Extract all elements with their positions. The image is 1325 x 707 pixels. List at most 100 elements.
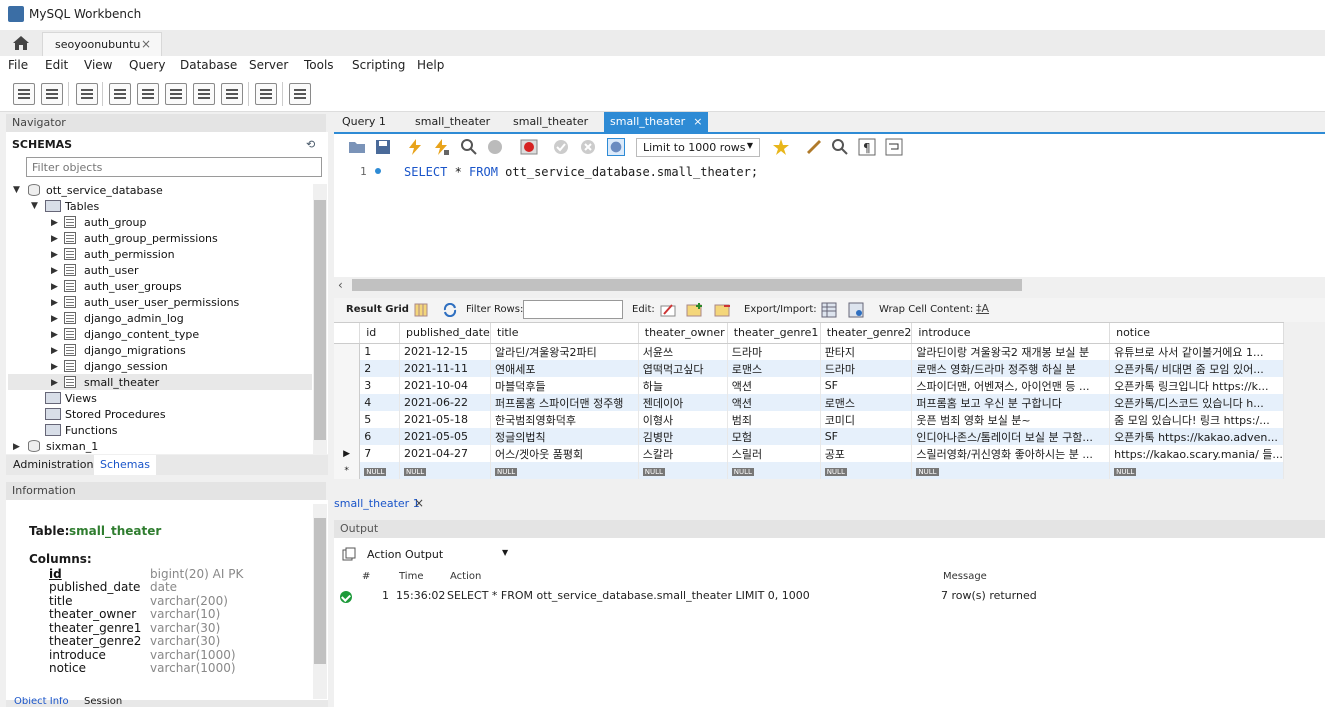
tab-small-theater-active[interactable]: small_theater × bbox=[604, 112, 709, 133]
column-header[interactable]: id bbox=[359, 323, 401, 344]
tree-tables-folder[interactable]: Tables bbox=[65, 200, 99, 213]
tree-table-item[interactable]: django_session bbox=[84, 360, 168, 373]
cell[interactable]: 엽떡먹고싶다 bbox=[638, 360, 728, 377]
collapse-arrow-icon[interactable]: ▶ bbox=[51, 330, 58, 340]
table-row[interactable]: ▶ 7 2021-04-27 어스/겟아웃 품평회 스칼라 스릴러 공포 스릴러영화/귀신영… bbox=[334, 445, 1284, 462]
cell[interactable]: 5 bbox=[359, 411, 401, 428]
row-header[interactable] bbox=[334, 428, 361, 445]
toggle-error-icon[interactable] bbox=[520, 138, 538, 156]
expand-arrow-icon[interactable]: ▼ bbox=[31, 201, 38, 211]
cell[interactable]: 유튜브로 사서 같이볼거에요 1... bbox=[1109, 343, 1284, 360]
null-cell[interactable]: NULL bbox=[638, 462, 728, 479]
connection-tab[interactable]: seoyoonubuntu × bbox=[42, 32, 162, 56]
autocommit-icon[interactable] bbox=[607, 138, 625, 156]
column-header[interactable]: introduce bbox=[911, 323, 1111, 344]
rollback-icon[interactable] bbox=[579, 138, 597, 156]
tree-table-item[interactable]: auth_user_user_permissions bbox=[84, 296, 239, 309]
cell[interactable]: 로맨스 bbox=[820, 394, 913, 411]
cell[interactable]: 어스/겟아웃 품평회 bbox=[490, 445, 639, 462]
table-row[interactable]: 5 2021-05-18 한국범죄영화덕후 이형사 범죄 코미디 웃픈 범죄 영화 보실 분… bbox=[334, 411, 1284, 428]
null-cell[interactable]: NULL bbox=[820, 462, 913, 479]
stop-icon[interactable] bbox=[486, 138, 504, 156]
cell[interactable]: 3 bbox=[359, 377, 401, 394]
tree-scrollbar[interactable] bbox=[313, 184, 327, 454]
cell[interactable]: 2021-05-18 bbox=[399, 411, 491, 428]
collapse-arrow-icon[interactable]: ▶ bbox=[51, 234, 58, 244]
beautify-icon[interactable] bbox=[805, 138, 823, 156]
column-header[interactable]: theater_genre1 bbox=[727, 323, 821, 344]
filter-rows-input[interactable] bbox=[523, 300, 623, 319]
cell[interactable]: 모험 bbox=[727, 428, 821, 445]
execute-icon[interactable] bbox=[406, 138, 424, 156]
scrollbar-thumb[interactable] bbox=[352, 279, 1022, 291]
add-snippet-icon[interactable] bbox=[772, 138, 790, 156]
result-grid-label[interactable]: Result Grid bbox=[346, 304, 409, 315]
cell[interactable]: SF bbox=[820, 377, 913, 394]
create-schema-icon[interactable] bbox=[109, 83, 131, 105]
open-file-icon[interactable] bbox=[348, 138, 366, 156]
cell[interactable]: 2021-06-22 bbox=[399, 394, 491, 411]
tree-views-folder[interactable]: Views bbox=[65, 392, 97, 405]
menu-edit[interactable]: Edit bbox=[45, 58, 68, 72]
scrollbar-thumb[interactable] bbox=[314, 518, 326, 664]
collapse-arrow-icon[interactable]: ▶ bbox=[51, 282, 58, 292]
inspector-icon[interactable] bbox=[76, 83, 98, 105]
tree-table-item[interactable]: auth_permission bbox=[84, 248, 175, 261]
limit-rows-select[interactable]: Limit to 1000 rows ▼ bbox=[636, 138, 760, 157]
cell[interactable]: 오픈카톡/ 비대면 줌 모임 있어... bbox=[1109, 360, 1284, 377]
tab-small-theater[interactable]: small_theater bbox=[513, 115, 588, 128]
info-scrollbar[interactable] bbox=[313, 504, 327, 699]
cell[interactable]: 알라딘이랑 겨울왕국2 재개봉 보실 분 bbox=[911, 343, 1111, 360]
tab-result-small-theater-1[interactable]: small_theater 1 bbox=[334, 497, 420, 510]
cell[interactable]: 연애세포 bbox=[490, 360, 639, 377]
result-grid[interactable]: id published_date title theater_owner th… bbox=[334, 322, 1284, 479]
cell[interactable]: 공포 bbox=[820, 445, 913, 462]
current-row-marker-icon[interactable]: ▶ bbox=[334, 445, 361, 462]
tab-administration[interactable]: Administration bbox=[13, 458, 94, 471]
row-header[interactable] bbox=[334, 343, 361, 360]
row-header[interactable] bbox=[334, 394, 361, 411]
expand-arrow-icon[interactable]: ▼ bbox=[13, 185, 20, 195]
cell[interactable]: 스릴러영화/귀신영화 좋아하시는 분 ... bbox=[911, 445, 1111, 462]
tab-session[interactable]: Session bbox=[84, 697, 122, 704]
cell[interactable]: 오픈카톡/디스코드 있습니다 h... bbox=[1109, 394, 1284, 411]
close-icon[interactable]: × bbox=[414, 496, 424, 510]
cell[interactable]: https://kakao.scary.mania/ 들... bbox=[1109, 445, 1284, 462]
column-header[interactable]: theater_owner bbox=[638, 323, 728, 344]
edit-row-icon[interactable] bbox=[660, 302, 676, 318]
cell[interactable]: 스파이더맨, 어벤져스, 아이언맨 등 ... bbox=[911, 377, 1111, 394]
collapse-arrow-icon[interactable]: ▶ bbox=[51, 218, 58, 228]
cell[interactable]: 퍼프롬홈 스파이더맨 정주행 bbox=[490, 394, 639, 411]
null-cell[interactable]: NULL bbox=[1109, 462, 1284, 479]
null-cell[interactable]: NULL bbox=[490, 462, 639, 479]
column-header[interactable]: notice bbox=[1109, 323, 1284, 344]
cell[interactable]: 드라마 bbox=[727, 343, 821, 360]
column-header[interactable]: title bbox=[490, 323, 639, 344]
find-icon[interactable] bbox=[831, 138, 849, 156]
cell[interactable]: 2 bbox=[359, 360, 401, 377]
cell[interactable]: SF bbox=[820, 428, 913, 445]
tree-table-item[interactable]: django_migrations bbox=[84, 344, 186, 357]
tab-query-1[interactable]: Query 1 bbox=[342, 115, 386, 128]
cell[interactable]: 줌 모임 있습니다! 링크 https:/... bbox=[1109, 411, 1284, 428]
cell[interactable]: 2021-12-15 bbox=[399, 343, 491, 360]
collapse-arrow-icon[interactable]: ▶ bbox=[51, 378, 58, 388]
collapse-arrow-icon[interactable]: ▶ bbox=[51, 362, 58, 372]
cell[interactable]: 드라마 bbox=[820, 360, 913, 377]
column-header[interactable]: published_date bbox=[399, 323, 491, 344]
close-icon[interactable]: × bbox=[693, 115, 702, 128]
cell[interactable]: 액션 bbox=[727, 377, 821, 394]
column-header[interactable]: theater_genre2 bbox=[820, 323, 913, 344]
cell[interactable]: 웃픈 범죄 영화 보실 분~ bbox=[911, 411, 1111, 428]
cell[interactable]: 범죄 bbox=[727, 411, 821, 428]
tree-schema-sixman-1[interactable]: sixman_1 bbox=[46, 440, 98, 453]
null-cell[interactable]: NULL bbox=[727, 462, 821, 479]
new-sql-tab-icon[interactable] bbox=[13, 83, 35, 105]
cell[interactable]: 인디아나존스/톰레이더 보실 분 구함... bbox=[911, 428, 1111, 445]
table-row[interactable]: 1 2021-12-15 알라딘/겨울왕국2파티 서윤쓰 드라마 판타지 알라딘이랑 겨울왕… bbox=[334, 343, 1284, 360]
insert-row-icon[interactable] bbox=[686, 302, 704, 318]
open-sql-script-icon[interactable] bbox=[41, 83, 63, 105]
cell[interactable]: 코미디 bbox=[820, 411, 913, 428]
tree-table-item[interactable]: django_content_type bbox=[84, 328, 199, 341]
cell[interactable]: 2021-04-27 bbox=[399, 445, 491, 462]
